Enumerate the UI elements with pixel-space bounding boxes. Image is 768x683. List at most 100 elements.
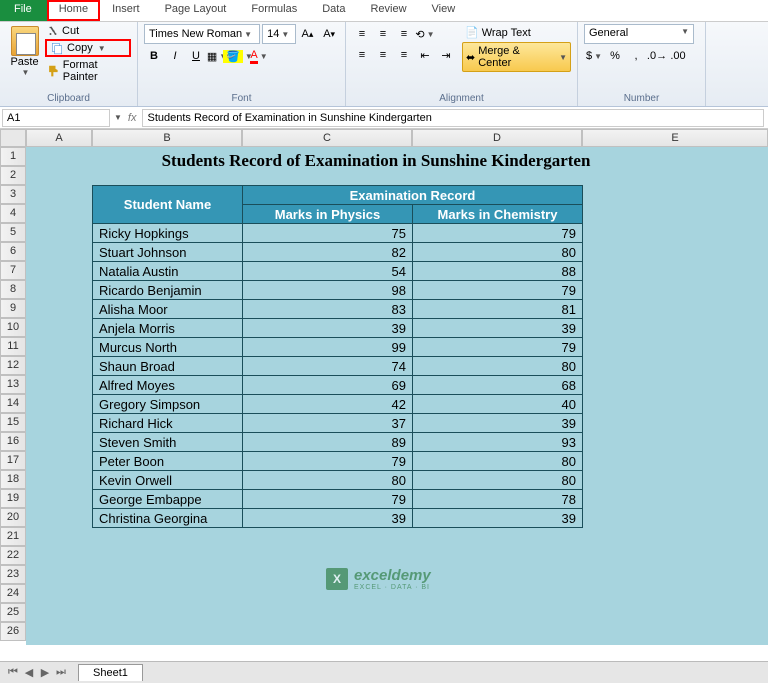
percent-button[interactable]: %	[605, 46, 625, 66]
row-header-24[interactable]: 24	[0, 584, 26, 603]
row-header-10[interactable]: 10	[0, 318, 26, 337]
table-row[interactable]: Christina Georgina3939	[93, 509, 583, 528]
row-header-1[interactable]: 1	[0, 147, 26, 166]
tab-pagelayout[interactable]: Page Layout	[153, 0, 240, 21]
tab-nav-prev[interactable]: ◀	[22, 666, 36, 680]
table-row[interactable]: Natalia Austin5488	[93, 262, 583, 281]
row-header-6[interactable]: 6	[0, 242, 26, 261]
tab-nav-next[interactable]: ▶	[38, 666, 52, 680]
tab-data[interactable]: Data	[310, 0, 358, 21]
cell-name[interactable]: Kevin Orwell	[93, 471, 243, 490]
cell-chemistry[interactable]: 39	[413, 509, 583, 528]
cell-name[interactable]: Richard Hick	[93, 414, 243, 433]
cell-physics[interactable]: 80	[243, 471, 413, 490]
merge-center-button[interactable]: ⬌Merge & Center▼	[462, 42, 571, 72]
cell-physics[interactable]: 54	[243, 262, 413, 281]
cell-name[interactable]: Gregory Simpson	[93, 395, 243, 414]
cell-physics[interactable]: 42	[243, 395, 413, 414]
format-painter-button[interactable]: Format Painter	[45, 58, 131, 84]
fill-color-button[interactable]: 🪣▼	[228, 46, 248, 66]
table-row[interactable]: Ricardo Benjamin9879	[93, 281, 583, 300]
table-row[interactable]: Richard Hick3739	[93, 414, 583, 433]
table-row[interactable]: Murcus North9979	[93, 338, 583, 357]
cell-chemistry[interactable]: 68	[413, 376, 583, 395]
cell-physics[interactable]: 99	[243, 338, 413, 357]
col-header-A[interactable]: A	[26, 129, 92, 147]
row-header-15[interactable]: 15	[0, 413, 26, 432]
cell-chemistry[interactable]: 79	[413, 224, 583, 243]
cell-chemistry[interactable]: 39	[413, 319, 583, 338]
align-top-button[interactable]: ≡	[352, 24, 372, 44]
increase-indent-button[interactable]: ⇥	[436, 45, 456, 65]
decrease-indent-button[interactable]: ⇤	[415, 45, 435, 65]
row-header-20[interactable]: 20	[0, 508, 26, 527]
cell-physics[interactable]: 69	[243, 376, 413, 395]
bold-button[interactable]: B	[144, 46, 164, 66]
table-row[interactable]: Peter Boon7980	[93, 452, 583, 471]
table-row[interactable]: Alfred Moyes6968	[93, 376, 583, 395]
row-header-13[interactable]: 13	[0, 375, 26, 394]
select-all-corner[interactable]	[0, 129, 26, 147]
cell-physics[interactable]: 79	[243, 452, 413, 471]
font-name-select[interactable]: Times New Roman▼	[144, 24, 260, 44]
row-header-25[interactable]: 25	[0, 603, 26, 622]
comma-button[interactable]: ,	[626, 46, 646, 66]
sheet-content[interactable]: Students Record of Examination in Sunshi…	[26, 147, 768, 645]
tab-nav-last[interactable]: ⏭	[54, 666, 68, 680]
cell-chemistry[interactable]: 39	[413, 414, 583, 433]
row-header-17[interactable]: 17	[0, 451, 26, 470]
sheet-tab-1[interactable]: Sheet1	[78, 664, 143, 681]
row-header-7[interactable]: 7	[0, 261, 26, 280]
row-header-12[interactable]: 12	[0, 356, 26, 375]
decrease-font-button[interactable]: A▾	[319, 24, 339, 44]
cut-button[interactable]: Cut	[45, 24, 131, 38]
table-row[interactable]: Alisha Moor8381	[93, 300, 583, 319]
col-header-C[interactable]: C	[242, 129, 412, 147]
cell-chemistry[interactable]: 79	[413, 281, 583, 300]
cell-chemistry[interactable]: 80	[413, 471, 583, 490]
row-header-4[interactable]: 4	[0, 204, 26, 223]
cell-name[interactable]: Steven Smith	[93, 433, 243, 452]
cell-chemistry[interactable]: 80	[413, 357, 583, 376]
row-header-18[interactable]: 18	[0, 470, 26, 489]
table-row[interactable]: Gregory Simpson4240	[93, 395, 583, 414]
cell-physics[interactable]: 82	[243, 243, 413, 262]
row-header-22[interactable]: 22	[0, 546, 26, 565]
formula-bar[interactable]: Students Record of Examination in Sunshi…	[142, 109, 764, 127]
row-header-16[interactable]: 16	[0, 432, 26, 451]
italic-button[interactable]: I	[165, 46, 185, 66]
cell-physics[interactable]: 39	[243, 319, 413, 338]
font-size-select[interactable]: 14▼	[262, 24, 296, 44]
cell-physics[interactable]: 75	[243, 224, 413, 243]
col-header-E[interactable]: E	[582, 129, 768, 147]
align-bottom-button[interactable]: ≡	[394, 24, 414, 44]
tab-formulas[interactable]: Formulas	[239, 0, 310, 21]
row-header-9[interactable]: 9	[0, 299, 26, 318]
row-header-19[interactable]: 19	[0, 489, 26, 508]
number-format-select[interactable]: General▼	[584, 24, 694, 44]
cell-name[interactable]: Ricky Hopkings	[93, 224, 243, 243]
cell-physics[interactable]: 89	[243, 433, 413, 452]
cell-name[interactable]: Peter Boon	[93, 452, 243, 471]
cell-chemistry[interactable]: 79	[413, 338, 583, 357]
col-header-B[interactable]: B	[92, 129, 242, 147]
table-row[interactable]: Kevin Orwell8080	[93, 471, 583, 490]
decrease-decimal-button[interactable]: .00	[668, 46, 688, 66]
align-middle-button[interactable]: ≡	[373, 24, 393, 44]
align-center-button[interactable]: ≡	[373, 45, 393, 65]
table-row[interactable]: Stuart Johnson8280	[93, 243, 583, 262]
fx-icon[interactable]: fx	[128, 112, 137, 124]
copy-button[interactable]: Copy ▼	[45, 39, 131, 57]
currency-button[interactable]: $▼	[584, 46, 604, 66]
row-header-26[interactable]: 26	[0, 622, 26, 641]
cell-name[interactable]: Alfred Moyes	[93, 376, 243, 395]
orientation-button[interactable]: ⟲▼	[415, 24, 435, 44]
row-header-8[interactable]: 8	[0, 280, 26, 299]
table-row[interactable]: Steven Smith8993	[93, 433, 583, 452]
tab-review[interactable]: Review	[358, 0, 419, 21]
increase-decimal-button[interactable]: .0→	[647, 46, 667, 66]
cell-chemistry[interactable]: 88	[413, 262, 583, 281]
table-row[interactable]: Ricky Hopkings7579	[93, 224, 583, 243]
namebox-dropdown[interactable]: ▼	[114, 113, 122, 122]
cell-name[interactable]: Anjela Morris	[93, 319, 243, 338]
